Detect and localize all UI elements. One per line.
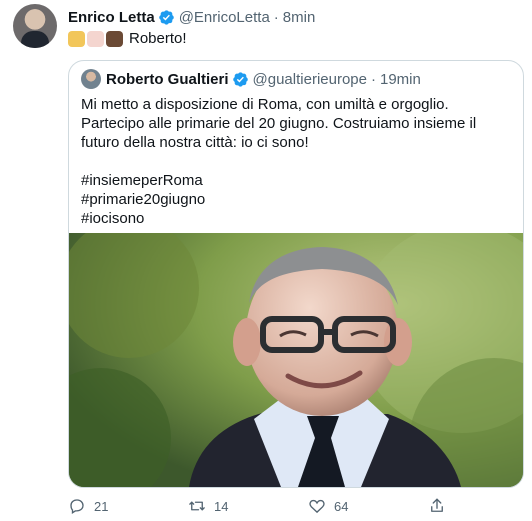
flexed-biceps-emoji-icon (87, 30, 104, 47)
tweet-time[interactable]: 8min (283, 9, 316, 26)
verified-badge-icon (232, 71, 248, 87)
quoted-tweet-time: 19min (379, 70, 421, 88)
retweet-button[interactable]: 14 (188, 497, 228, 515)
tweet-actions: 21 14 64 (68, 497, 522, 517)
header-separator: · (273, 8, 279, 26)
hashtag-iocisono: #iocisono (81, 210, 145, 227)
quoted-tweet-body: Mi metto a disposizione di Roma, con umi… (81, 96, 477, 151)
share-button[interactable] (428, 497, 446, 515)
quoted-tweet[interactable]: Roberto Gualtieri @gualtierieurope · 19m… (68, 60, 524, 488)
author-name[interactable]: Enrico Letta (68, 9, 155, 26)
reply-button[interactable]: 21 (68, 497, 108, 515)
quoted-author-name: Roberto Gualtieri (106, 70, 229, 88)
like-count: 64 (334, 498, 349, 514)
verified-badge-icon (158, 9, 174, 25)
quoted-tweet-text: Mi metto a disposizione di Roma, con umi… (81, 95, 511, 228)
portrait-illustration (69, 233, 523, 487)
quoted-author-handle: @gualtierieurope (252, 70, 367, 88)
emoji-row (68, 30, 123, 47)
retweet-icon (189, 501, 205, 511)
hashtag-insiemeperroma: #insiemeperRoma (81, 172, 203, 189)
share-icon (431, 498, 443, 512)
heart-icon (309, 499, 325, 514)
like-button[interactable]: 64 (308, 497, 348, 515)
quoted-tweet-photo[interactable] (69, 233, 523, 487)
tweet-header: Enrico Letta @EnricoLetta · 8min (68, 6, 315, 28)
quoted-author-avatar (81, 69, 101, 89)
quoted-tweet-header: Roberto Gualtieri @gualtierieurope · 19m… (81, 68, 421, 90)
author-avatar[interactable] (13, 4, 57, 48)
tweet-text-content: Roberto! (129, 30, 187, 47)
tweet-text: Roberto! (68, 30, 187, 47)
hashtag-primarie20giugno: #primarie20giugno (81, 191, 206, 208)
quoted-header-separator: · (370, 70, 376, 88)
reply-icon (70, 499, 84, 515)
retweet-count: 14 (214, 498, 229, 514)
flexed-biceps-emoji-icon (106, 30, 123, 47)
reply-count: 21 (94, 498, 109, 514)
author-handle[interactable]: @EnricoLetta (179, 9, 270, 26)
flexed-biceps-emoji-icon (68, 30, 85, 47)
tweet[interactable]: Enrico Letta @EnricoLetta · 8min Roberto… (0, 0, 532, 521)
